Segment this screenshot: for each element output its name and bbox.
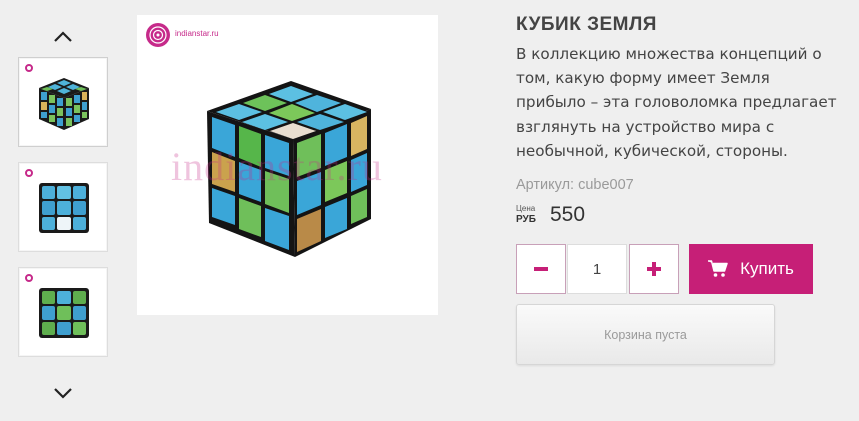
product-sku: Артикул: cube007 (516, 177, 634, 193)
thumbnail-1[interactable] (18, 57, 108, 147)
cube-face-thumbnail-image (39, 183, 89, 233)
logo-icon (25, 64, 33, 72)
shopping-cart-icon (708, 260, 728, 277)
quantity-input[interactable] (567, 244, 627, 294)
cube-thumbnail-image (39, 78, 89, 130)
increase-quantity-button[interactable] (629, 244, 679, 294)
minus-icon (534, 267, 548, 271)
buy-button-label: Купить (740, 259, 794, 278)
logo-icon (25, 274, 33, 282)
chevron-down-icon[interactable] (44, 382, 82, 404)
thumbnail-3[interactable] (18, 267, 108, 357)
brand-logo-icon (146, 23, 170, 47)
cart-button[interactable]: Корзина пуста (516, 304, 775, 365)
logo-icon (25, 169, 33, 177)
buy-button[interactable]: Купить (689, 244, 813, 294)
cube-face-thumbnail-image (39, 288, 89, 338)
chevron-up-icon[interactable] (44, 26, 82, 48)
brand-text: indianstar.ru (175, 29, 219, 38)
main-product-image[interactable]: indianstar.ru indianstar.ru (137, 15, 438, 315)
product-description: В коллекцию множества концепций о том, к… (516, 45, 837, 160)
cart-status-label: Корзина пуста (604, 327, 687, 342)
product-title: КУБИК ЗЕМЛЯ (516, 14, 657, 35)
thumbnail-gallery (18, 0, 108, 421)
decrease-quantity-button[interactable] (516, 244, 566, 294)
price-currency: РУБ (516, 214, 536, 225)
price-label: Цена (516, 204, 536, 213)
thumbnail-2[interactable] (18, 162, 108, 252)
watermark-text: indianstar.ru (171, 144, 383, 189)
plus-icon (647, 262, 661, 276)
price-value: 550 (550, 203, 586, 226)
